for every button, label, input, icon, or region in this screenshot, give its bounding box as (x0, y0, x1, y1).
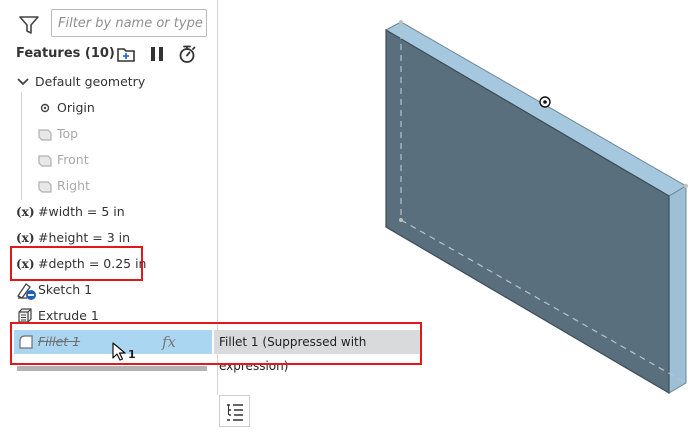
filter-input-box[interactable] (51, 9, 207, 37)
default-geometry-label: Default geometry (35, 74, 146, 89)
filter-input[interactable] (52, 10, 204, 36)
stopwatch-icon[interactable] (177, 44, 197, 64)
origin-icon (40, 103, 50, 113)
filter-icon[interactable] (18, 14, 40, 36)
plane-icon (38, 181, 52, 193)
plane-icon (38, 155, 52, 167)
variable-width-label: #width = 5 in (38, 204, 125, 219)
rollback-bar[interactable] (17, 366, 207, 371)
pause-icon[interactable] (147, 44, 167, 64)
feature-list-button[interactable] (219, 395, 250, 427)
part-front-face (385, 28, 670, 395)
tree-connector (21, 92, 22, 200)
depth-variable-callout (10, 246, 143, 281)
graphics-viewport[interactable] (380, 15, 697, 405)
chevron-down-icon[interactable] (15, 74, 31, 90)
edge-midpoint-icon[interactable] (539, 96, 551, 108)
plane-icon (38, 129, 52, 141)
add-folder-icon[interactable] (116, 44, 136, 64)
part-body[interactable] (384, 20, 688, 395)
part-side-face (668, 185, 687, 394)
sketch-icon (17, 283, 36, 300)
sketch-label: Sketch 1 (38, 282, 93, 297)
variable-icon: (x) (16, 205, 35, 219)
right-plane-label: Right (57, 178, 90, 193)
fillet-callout (10, 322, 422, 365)
front-plane-label: Front (57, 152, 89, 167)
features-title: Features (10) (16, 46, 115, 61)
origin-label: Origin (57, 100, 95, 115)
top-plane-label: Top (57, 126, 79, 141)
list-icon (227, 404, 243, 421)
feature-panel: Features (10) Default geometry Origin To… (0, 0, 218, 435)
